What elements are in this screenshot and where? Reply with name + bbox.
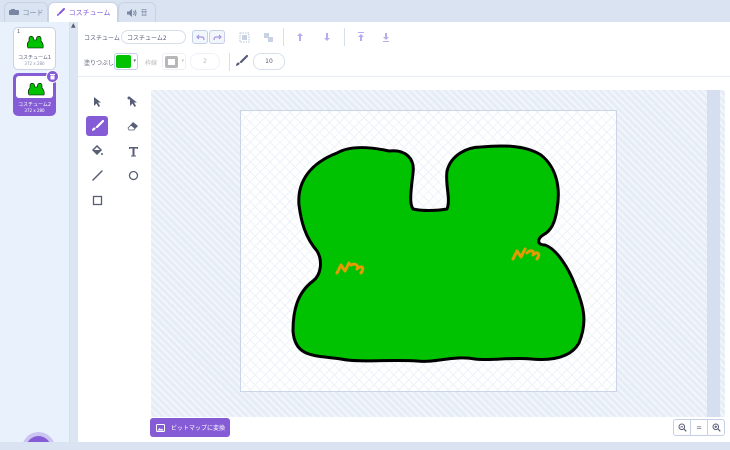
fill-label: 塗りつぶし bbox=[84, 60, 115, 67]
tab-code[interactable]: コード bbox=[4, 2, 48, 22]
layer-back-icon bbox=[383, 33, 389, 42]
group-icon bbox=[239, 32, 249, 42]
undo-button[interactable] bbox=[192, 30, 208, 44]
back-button[interactable] bbox=[378, 30, 394, 44]
costume-item-2[interactable]: 2 コスチューム2 372 x 280 bbox=[13, 70, 59, 116]
delete-costume-button[interactable] bbox=[46, 70, 59, 83]
undo-icon bbox=[195, 34, 205, 40]
fill-tool[interactable] bbox=[86, 141, 108, 161]
bottom-bar bbox=[0, 442, 730, 450]
brush-icon bbox=[91, 120, 104, 131]
front-button[interactable] bbox=[353, 30, 369, 44]
costume-name-label: コスチューム bbox=[84, 35, 120, 42]
toolbar-divider bbox=[283, 28, 284, 46]
brush-icon bbox=[56, 8, 65, 16]
redo-button[interactable] bbox=[209, 30, 225, 44]
caret-down-icon: ▾ bbox=[181, 58, 184, 64]
outline-color-picker[interactable]: ▾ bbox=[162, 53, 186, 70]
redo-icon bbox=[212, 34, 222, 40]
zoom-in-button[interactable] bbox=[708, 420, 724, 435]
caret-down-icon: ▾ bbox=[133, 58, 136, 64]
tab-sounds-label: 音 bbox=[140, 8, 148, 17]
outline-width-input[interactable]: 2 bbox=[190, 53, 220, 70]
brush-tool[interactable] bbox=[86, 116, 108, 136]
frog-thumbnail bbox=[26, 35, 44, 49]
group-button[interactable] bbox=[236, 30, 252, 44]
trash-icon bbox=[50, 74, 55, 80]
zoom-out-icon bbox=[678, 423, 687, 432]
costume-size: 372 x 280 bbox=[24, 108, 45, 113]
text-tool[interactable] bbox=[122, 141, 144, 161]
circle-tool[interactable] bbox=[122, 165, 144, 185]
list-scrollbar[interactable] bbox=[70, 22, 78, 442]
arrow-cursor-icon bbox=[94, 97, 101, 107]
costume-number: 2 bbox=[18, 76, 22, 82]
zoom-in-icon bbox=[712, 423, 721, 432]
layer-front-icon bbox=[358, 32, 364, 41]
eraser-icon bbox=[127, 122, 138, 131]
artboard[interactable] bbox=[240, 110, 617, 392]
costume-name: コスチューム1 bbox=[17, 55, 52, 61]
brush-size-icon bbox=[236, 55, 248, 66]
fill-color-swatch bbox=[116, 55, 131, 68]
rectangle-tool[interactable] bbox=[86, 190, 108, 210]
fill-color-picker[interactable]: ▾ bbox=[114, 53, 138, 70]
tab-sounds[interactable]: 音 bbox=[118, 2, 156, 22]
convert-to-bitmap-label: ビットマップに変換 bbox=[171, 425, 226, 432]
costume-name: コスチューム2 bbox=[17, 102, 52, 108]
costume-item-1[interactable]: 1 コスチューム1 372 x 280 bbox=[13, 27, 56, 70]
text-t-icon bbox=[128, 146, 138, 156]
forward-button[interactable] bbox=[292, 30, 308, 44]
zoom-controls: = bbox=[673, 419, 725, 436]
image-icon bbox=[156, 423, 165, 432]
convert-to-bitmap-button[interactable]: ビットマップに変換 bbox=[150, 418, 230, 437]
layer-forward-icon bbox=[297, 33, 303, 41]
costume-list: 1 コスチューム1 372 x 280 2 コスチューム2 372 x 280 bbox=[0, 22, 70, 450]
tab-bar: コード コスチューム 音 bbox=[0, 0, 730, 22]
costume-size: 372 x 280 bbox=[24, 61, 45, 66]
frog-drawing bbox=[291, 144, 586, 363]
zoom-out-button[interactable] bbox=[674, 420, 691, 435]
ungroup-icon bbox=[263, 32, 273, 42]
eraser-tool[interactable] bbox=[122, 116, 144, 136]
circle-icon bbox=[128, 170, 138, 180]
layer-backward-icon bbox=[324, 33, 330, 41]
paint-bucket-icon bbox=[91, 145, 103, 156]
rectangle-icon bbox=[92, 195, 102, 205]
frog-thumbnail bbox=[27, 82, 45, 96]
canvas-scrollbar[interactable] bbox=[707, 90, 720, 417]
line-icon bbox=[91, 169, 103, 181]
select-tool[interactable] bbox=[86, 92, 108, 112]
frog-body-shape bbox=[291, 144, 586, 363]
toolbar-divider bbox=[344, 28, 345, 46]
outline-label: 枠線 bbox=[145, 60, 158, 67]
speaker-icon bbox=[126, 8, 136, 17]
outline-swatch-inner bbox=[168, 59, 175, 65]
backward-button[interactable] bbox=[319, 30, 335, 44]
tab-costumes[interactable]: コスチューム bbox=[48, 2, 118, 22]
costume-number: 1 bbox=[17, 29, 21, 35]
toolbar-divider bbox=[229, 53, 230, 71]
brush-size-input[interactable]: 10 bbox=[253, 53, 285, 70]
line-tool[interactable] bbox=[86, 165, 108, 185]
tab-costumes-label: コスチューム bbox=[68, 8, 111, 17]
zoom-reset-button[interactable]: = bbox=[691, 420, 708, 435]
ungroup-button[interactable] bbox=[260, 30, 276, 44]
code-icon bbox=[8, 9, 19, 15]
reshape-tool[interactable] bbox=[122, 92, 144, 112]
reshape-cursor-icon bbox=[127, 96, 137, 107]
costume-name-input[interactable] bbox=[121, 30, 186, 44]
toolbar-divider-line bbox=[78, 76, 730, 77]
paint-editor: コスチューム 塗りつぶし ▾ 枠線 ▾ 2 10 bbox=[78, 22, 730, 442]
canvas-area[interactable] bbox=[151, 90, 725, 417]
scroll-up-arrow-icon[interactable]: ▲ bbox=[71, 22, 76, 29]
tab-code-label: コード bbox=[22, 8, 44, 17]
